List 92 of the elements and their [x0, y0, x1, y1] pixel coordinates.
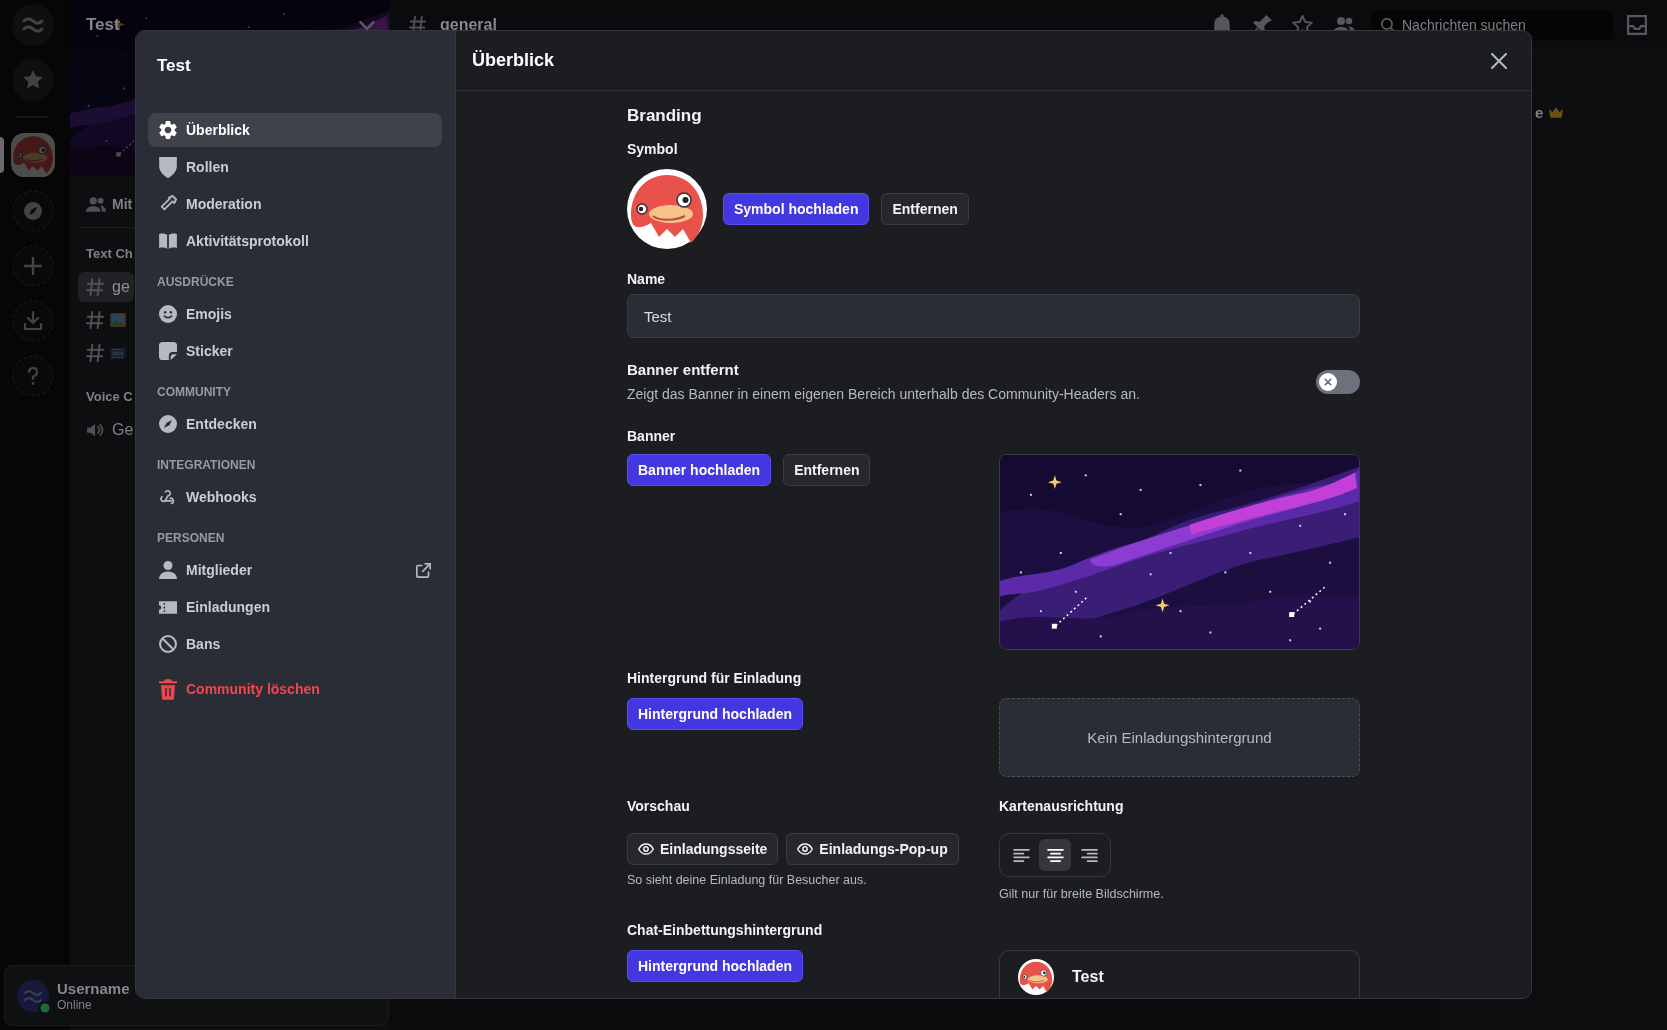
hash-icon: [86, 278, 104, 296]
ban-icon: [159, 635, 177, 653]
remove-button[interactable]: Entfernen: [783, 454, 871, 486]
sidebar-item[interactable]: Aktivitätsprotokoll: [148, 224, 442, 258]
speaker-icon: [86, 423, 104, 437]
channel-title: general: [440, 15, 497, 34]
preview-button[interactable]: Einladungsseite: [627, 833, 779, 865]
align-center-icon: [1046, 848, 1064, 862]
eye-icon: [638, 843, 654, 855]
field-label: Kartenausrichtung: [999, 797, 1124, 815]
eye-icon: [797, 843, 814, 855]
gear-icon: [159, 121, 177, 139]
sidebar-item[interactable]: Webhooks: [148, 480, 442, 514]
trash-icon: [159, 678, 177, 700]
x-mark-icon: [1319, 373, 1337, 391]
member-name[interactable]: e: [1535, 103, 1544, 121]
members-link[interactable]: Mit: [112, 196, 133, 212]
server-name[interactable]: Test: [86, 14, 120, 36]
toggle-switch[interactable]: [1316, 370, 1360, 394]
picture-icon: [110, 313, 126, 327]
person-icon: [159, 561, 177, 579]
upload-button[interactable]: Hintergrund hochladen: [627, 698, 803, 730]
align-right-icon: [1080, 848, 1098, 862]
hammer-icon: [159, 195, 177, 213]
close-button[interactable]: [1489, 50, 1509, 71]
image-drop-zone[interactable]: Kein Einladungshintergrund: [999, 698, 1360, 777]
remove-button[interactable]: Entfernen: [881, 193, 969, 225]
helper-text: So sieht deine Einladung für Besucher aus.: [627, 872, 867, 888]
field-label: Banner: [627, 427, 677, 445]
hash-icon: [409, 16, 426, 33]
sidebar-item[interactable]: Überblick: [148, 113, 442, 147]
upload-button[interactable]: Symbol hochladen: [723, 193, 870, 225]
sidebar-item[interactable]: Einladungen: [148, 590, 442, 624]
name-field[interactable]: Test: [627, 294, 1360, 338]
sidebar-item[interactable]: Mitglieder: [148, 553, 442, 587]
hash-icon: [86, 344, 104, 362]
close-icon: [1491, 52, 1507, 69]
external-link-icon: [416, 562, 431, 578]
chevron-down-icon: [359, 19, 375, 31]
section-title: Branding: [627, 105, 703, 127]
channel-item[interactable]: ge: [78, 272, 134, 302]
webhook-icon: [159, 488, 177, 506]
setting-description: Zeigt das Banner in einem eigenen Bereich unterhalb des Community-Headers an.: [627, 385, 1140, 403]
center-align-button[interactable]: [1039, 839, 1071, 871]
sidebar-item[interactable]: Bans: [148, 627, 442, 661]
compass-icon: [159, 415, 177, 433]
section-heading: AUSDRÜCKE: [157, 274, 235, 290]
cartoon-avatar-drawing: [1018, 959, 1054, 995]
section-heading: INTEGRATIONEN: [157, 457, 257, 473]
sidebar-item[interactable]: Rollen: [148, 150, 442, 184]
shield-icon: [159, 156, 177, 178]
book-icon: [159, 233, 177, 249]
ticket-icon: [159, 600, 177, 614]
sidebar-title: Test: [156, 55, 192, 77]
upload-button[interactable]: Banner hochladen: [627, 454, 772, 486]
dialog-title: Überblick: [472, 50, 555, 71]
smiley-icon: [159, 305, 177, 323]
channel-category[interactable]: Text Ch: [86, 246, 134, 262]
username: Username: [57, 979, 130, 998]
field-label: Symbol: [627, 140, 679, 158]
preview-button[interactable]: Einladungs-Pop-up: [786, 833, 959, 865]
sticker-icon: [159, 342, 177, 360]
compass-icon: [11, 190, 54, 232]
user-status: Online: [57, 997, 93, 1012]
field-label: Hintergrund für Einladung: [627, 669, 803, 687]
inbox-icon: [1627, 14, 1647, 35]
channel-category[interactable]: Voice C: [86, 389, 134, 405]
question-mark-icon: [11, 355, 54, 397]
sidebar-item[interactable]: Sticker: [148, 334, 442, 368]
setting-title: Banner entfernt: [627, 361, 740, 379]
field-label: Chat-Einbettungshintergrund: [627, 921, 824, 939]
embed-server-name: Test: [1072, 968, 1104, 986]
align-left-icon: [1012, 848, 1030, 862]
section-heading: COMMUNITY: [157, 384, 232, 400]
search-icon: [1381, 17, 1396, 33]
section-heading: PERSONEN: [157, 530, 226, 546]
field-label: Name: [627, 270, 667, 288]
people-icon: [86, 196, 106, 212]
field-label: Vorschau: [627, 797, 690, 815]
film-icon: [110, 347, 126, 359]
sidebar-item[interactable]: Emojis: [148, 297, 442, 331]
helper-text: Gilt nur für breite Bildschirme.: [999, 886, 1164, 902]
channel-item[interactable]: Ge: [78, 415, 134, 445]
cartoon-avatar-drawing: [10, 133, 55, 177]
plus-icon: [11, 245, 54, 287]
upload-button[interactable]: Hintergrund hochladen: [627, 950, 803, 982]
wave-logo-icon: [11, 4, 54, 46]
download-icon: [11, 300, 54, 342]
sidebar-item[interactable]: Community löschen: [148, 672, 442, 706]
hash-icon: [86, 311, 104, 329]
sidebar-item[interactable]: Entdecken: [148, 407, 442, 441]
sidebar-item[interactable]: Moderation: [148, 187, 442, 221]
